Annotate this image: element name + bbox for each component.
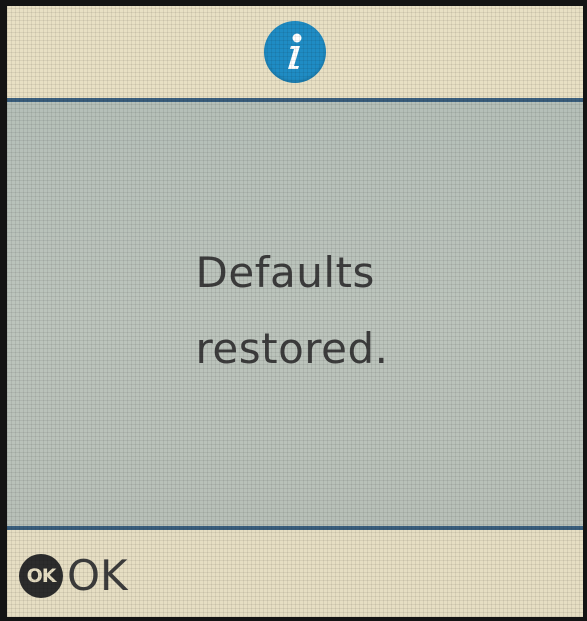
status-message-line2: restored. <box>195 324 389 373</box>
ok-button[interactable]: OK OK <box>19 551 128 600</box>
dialog-body: Defaults restored. <box>7 102 583 526</box>
status-message-line1: Defaults <box>195 248 375 297</box>
device-bezel: Defaults restored. OK OK <box>0 0 587 621</box>
ok-label[interactable]: OK <box>67 551 128 600</box>
info-icon <box>264 21 326 83</box>
dialog-footer: OK OK <box>7 526 583 617</box>
lcd-screen: Defaults restored. OK OK <box>7 6 583 617</box>
ok-key-icon[interactable]: OK <box>19 553 63 598</box>
dialog-header <box>7 6 583 102</box>
status-message: Defaults restored. <box>196 235 389 387</box>
